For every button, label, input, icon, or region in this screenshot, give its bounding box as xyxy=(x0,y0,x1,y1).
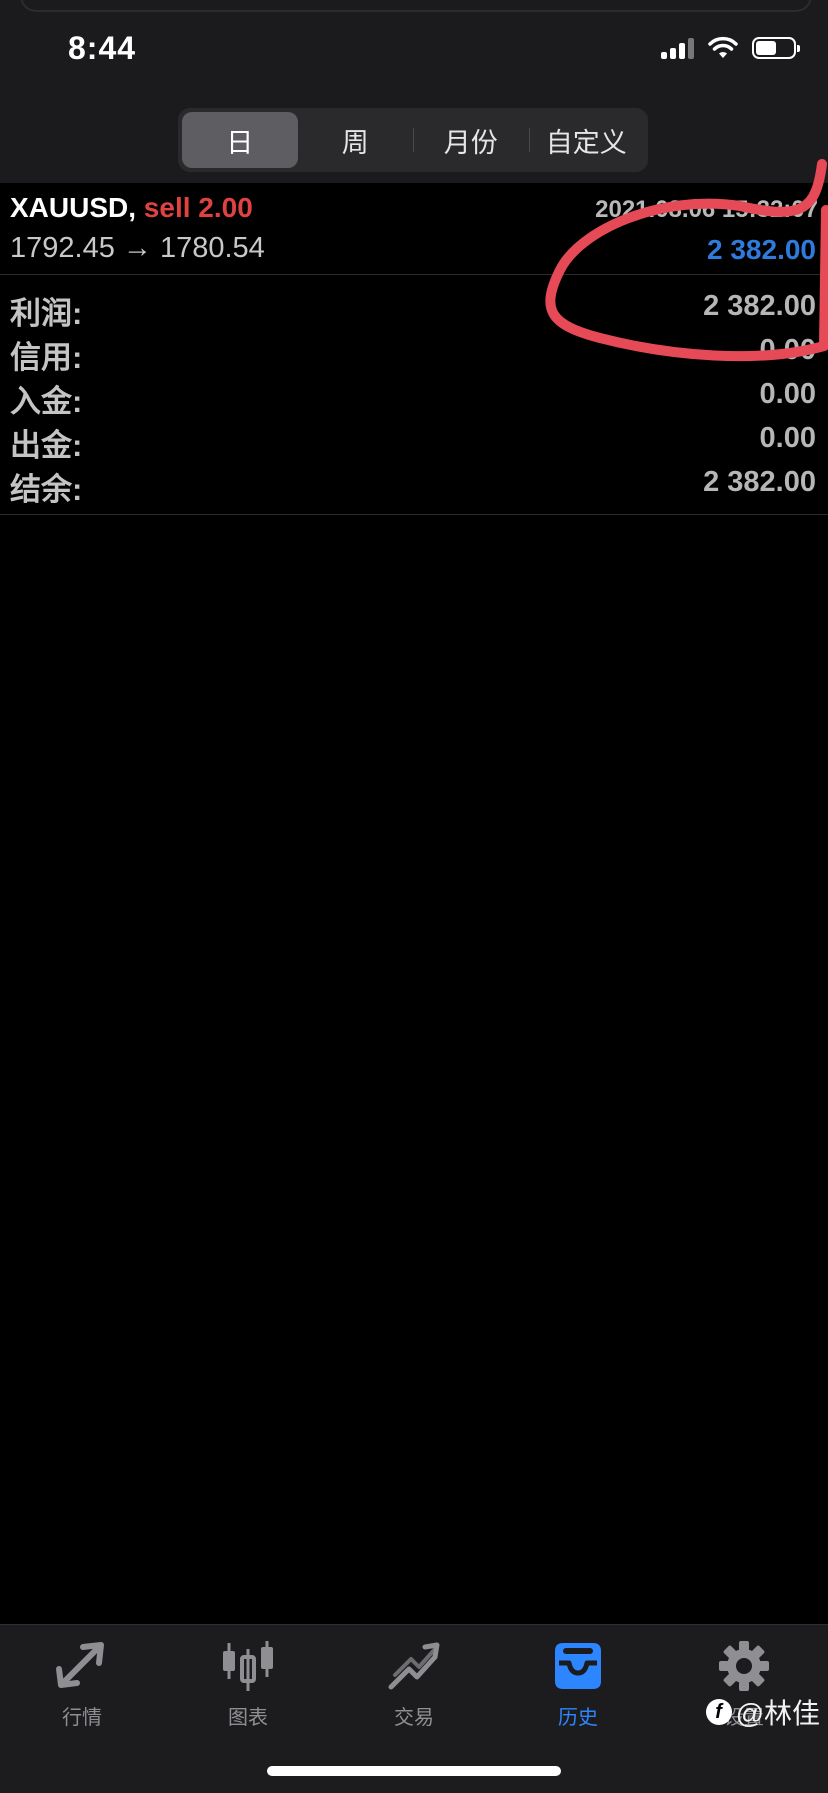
summary-label: 入金: xyxy=(10,384,83,419)
status-icons xyxy=(661,36,800,60)
trade-symbol: XAUUSD xyxy=(10,192,129,223)
summary-row-profit: 利润: 2 382.00 xyxy=(0,284,828,331)
candlestick-chart-icon xyxy=(223,1641,273,1691)
battery-icon xyxy=(752,37,800,59)
trade-prices: 1792.45 → 1780.54 xyxy=(10,232,265,264)
watermark: f @林佳 xyxy=(705,1692,820,1732)
tab-label: 历史 xyxy=(558,1707,598,1729)
tab-day[interactable]: 日 xyxy=(182,112,298,168)
wifi-icon xyxy=(708,36,738,58)
top-header: 8:44 日 周 月份 自定义 xyxy=(0,0,828,183)
trade-datetime: 2021.08.06 15:32:07 xyxy=(595,196,818,223)
summary-label: 出金: xyxy=(10,428,83,463)
summary-label: 利润: xyxy=(10,296,83,331)
trade-symbol-separator: , xyxy=(128,192,137,223)
trade-profit: 2 382.00 xyxy=(707,234,816,265)
tab-custom[interactable]: 自定义 xyxy=(528,112,645,168)
summary-row-deposit: 入金: 0.00 xyxy=(0,372,828,419)
summary-row-balance: 结余: 2 382.00 xyxy=(0,460,828,507)
tab-week[interactable]: 周 xyxy=(298,112,414,168)
history-tray-icon xyxy=(555,1643,601,1689)
watermark-text: @林佳 xyxy=(735,1698,820,1729)
home-indicator[interactable] xyxy=(267,1766,561,1776)
summary-row-withdrawal: 出金: 0.00 xyxy=(0,416,828,463)
trade-history-row[interactable]: XAUUSD, sell 2.00 2021.08.06 15:32:07 17… xyxy=(0,184,828,275)
device-frame-edge xyxy=(20,0,812,12)
summary-value: 2 382.00 xyxy=(703,466,816,498)
watermark-logo-icon: f xyxy=(705,1699,732,1725)
summary-value: 0.00 xyxy=(759,378,816,410)
summary-row-credit: 信用: 0.00 xyxy=(0,328,828,375)
tab-label: 交易 xyxy=(394,1707,434,1729)
status-time: 8:44 xyxy=(68,30,137,66)
account-summary: 利润: 2 382.00 信用: 0.00 入金: 0.00 出金: 0.00 … xyxy=(0,284,828,515)
cellular-signal-icon xyxy=(661,37,694,59)
tab-history[interactable]: 历史 xyxy=(513,1639,643,1749)
period-segmented-control: 日 周 月份 自定义 xyxy=(178,108,648,172)
trade-title: XAUUSD, sell 2.00 xyxy=(10,192,253,224)
tab-label: 图表 xyxy=(228,1707,268,1729)
gear-icon xyxy=(719,1641,769,1691)
tab-chart[interactable]: 图表 xyxy=(183,1639,313,1749)
tab-quotes[interactable]: 行情 xyxy=(17,1639,147,1749)
quotes-arrows-icon xyxy=(56,1642,104,1688)
summary-value: 0.00 xyxy=(759,334,816,366)
tab-label: 行情 xyxy=(62,1707,102,1729)
summary-value: 2 382.00 xyxy=(703,290,816,322)
summary-value: 0.00 xyxy=(759,422,816,454)
summary-label: 结余: xyxy=(10,472,83,507)
trade-trend-icon xyxy=(388,1642,440,1690)
tab-month[interactable]: 月份 xyxy=(413,112,529,168)
summary-label: 信用: xyxy=(10,340,83,375)
tab-trade[interactable]: 交易 xyxy=(349,1639,479,1749)
trade-side-volume: sell 2.00 xyxy=(143,192,253,223)
